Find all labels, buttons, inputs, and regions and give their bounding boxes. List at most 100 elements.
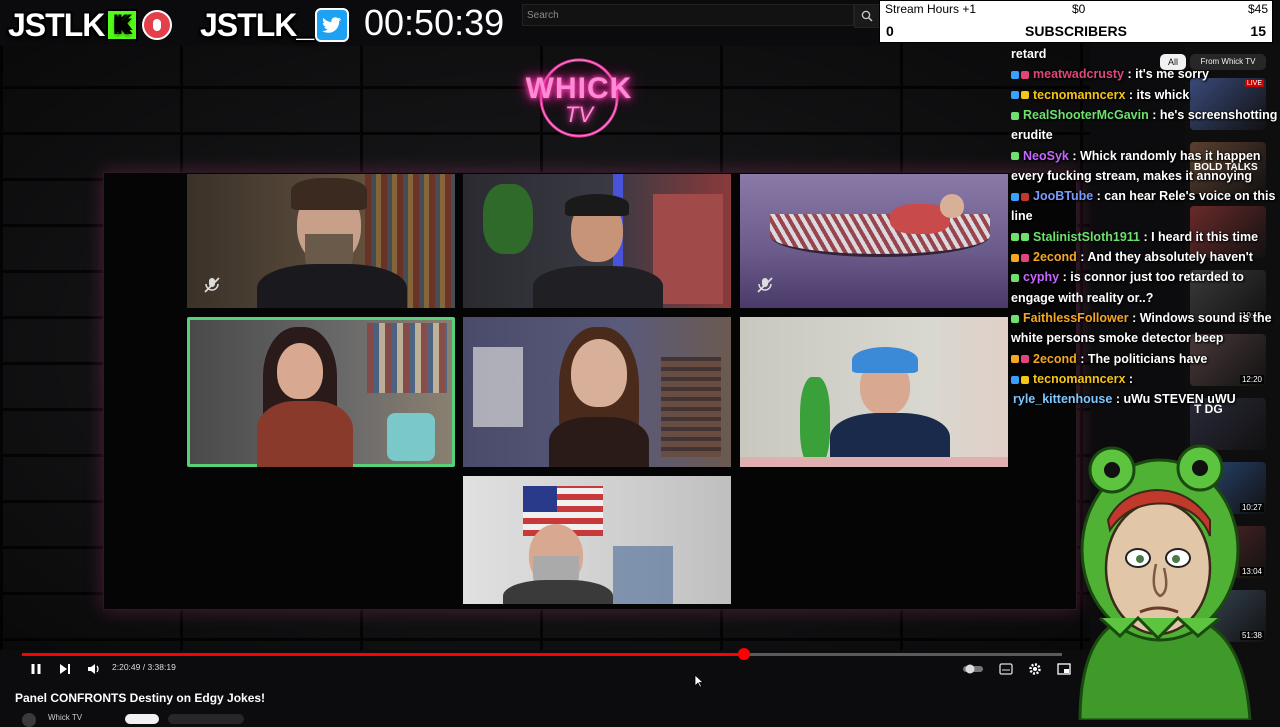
chat-username[interactable]: RealShooterMcGavin — [1023, 108, 1149, 122]
chat-text: : And they absolutely haven't — [1076, 250, 1253, 264]
chat-message: erudite — [1011, 125, 1280, 145]
autoplay-toggle[interactable] — [962, 660, 984, 678]
chat-badge-icon — [1021, 375, 1029, 384]
stream-timer: 00:50:39 — [364, 2, 505, 43]
channel-name[interactable]: Whick TV — [48, 713, 82, 722]
chat-text: : is connor just too retarded to — [1059, 270, 1244, 285]
chat-overlay: retard meatwadcrusty : it's me sorry tecno… — [1008, 44, 1280, 444]
record-icon — [142, 10, 173, 40]
subscriber-goal: Stream Hours +1 $0 $45 0 SUBSCRIBERS 15 — [879, 0, 1273, 43]
muted-mic-icon — [757, 277, 773, 293]
chat-text: : it's me sorry — [1124, 67, 1209, 82]
kermit-mascot-character — [1078, 444, 1252, 720]
chat-message: every fucking stream, makes it annoying — [1011, 166, 1280, 186]
miniplayer-button[interactable] — [1055, 660, 1073, 678]
pause-button[interactable] — [28, 660, 44, 678]
chat-badge-icon — [1011, 314, 1019, 323]
search-button[interactable] — [854, 4, 880, 28]
chat-username[interactable]: JooBTube — [1033, 189, 1093, 203]
twitter-bird-icon — [315, 8, 350, 42]
chat-badge-icon — [1021, 233, 1029, 242]
chat-message: RealShooterMcGavin : he's screenshotting — [1011, 105, 1280, 125]
chat-text: line — [1011, 209, 1033, 224]
pause-icon — [31, 664, 41, 674]
chat-username[interactable]: tecnomanncerx — [1033, 372, 1125, 386]
chat-username[interactable]: tecnomanncerx — [1033, 88, 1125, 102]
goal-max: $45 — [1247, 2, 1268, 16]
chat-badge-icon — [1011, 355, 1019, 364]
chat-badge-icon — [1021, 71, 1029, 79]
chat-text: : can hear Rele's voice on this — [1093, 189, 1276, 204]
participant-tile-5 — [463, 317, 731, 467]
kick-logo-icon: K — [106, 9, 139, 41]
search-icon — [861, 10, 873, 22]
next-icon — [60, 664, 70, 674]
chat-message: line — [1011, 206, 1280, 226]
goal-min: $0 — [1072, 2, 1086, 16]
goal-title: SUBSCRIBERS — [1025, 23, 1127, 39]
next-button[interactable] — [57, 660, 73, 678]
chat-text: retard — [1011, 47, 1047, 61]
chat-badge-icon — [1011, 192, 1019, 201]
progress-scrubber-handle[interactable] — [738, 648, 750, 660]
chat-message: white persons smoke detector beep — [1011, 328, 1280, 348]
participant-tile-7 — [463, 476, 731, 604]
chat-username[interactable]: ryle_kittenhouse — [1013, 392, 1112, 406]
chat-username[interactable]: StalinistSloth1911 — [1033, 230, 1140, 244]
search-input[interactable]: Search — [522, 4, 854, 26]
video-title[interactable]: Panel CONFRONTS Destiny on Edgy Jokes! — [15, 691, 265, 705]
progress-bar-played — [22, 653, 744, 656]
volume-icon — [88, 664, 99, 674]
chat-text: : its whick — [1125, 87, 1190, 102]
chat-message: NeoSyk : Whick randomly has it happen — [1011, 146, 1280, 166]
miniplayer-icon — [1057, 663, 1071, 675]
participant-tile-1 — [187, 174, 455, 308]
chat-text: every fucking stream, makes it annoying — [1011, 168, 1253, 183]
chat-message: tecnomanncerx : its whick — [1011, 85, 1280, 105]
twitter-brand-text: JSTLK_ — [200, 6, 314, 43]
participant-tile-2 — [463, 174, 731, 308]
chat-message: cyphy : is connor just too retarded to — [1011, 267, 1280, 287]
chat-username[interactable]: FaithlessFollower — [1023, 311, 1129, 325]
goal-label: Stream Hours +1 — [885, 2, 977, 16]
chat-message: StalinistSloth1911 : I heard it this tim… — [1011, 227, 1280, 247]
chat-username[interactable]: cyphy — [1023, 270, 1059, 284]
volume-button[interactable] — [86, 660, 102, 678]
chat-username[interactable]: NeoSyk — [1023, 149, 1069, 163]
chat-badge-icon — [1021, 355, 1029, 364]
chat-text: white persons smoke detector beep — [1011, 331, 1224, 346]
join-button[interactable] — [168, 714, 244, 724]
kick-brand-text: JSTLK — [8, 6, 105, 43]
autoplay-toggle-icon — [963, 664, 983, 674]
chat-text: engage with reality or..? — [1011, 290, 1154, 305]
chat-message: 2econd : And they absolutely haven't — [1011, 247, 1280, 267]
chat-text: : — [1125, 371, 1134, 386]
chat-message: 2econd : The politicians have — [1011, 349, 1280, 369]
subscribe-button[interactable] — [125, 714, 159, 724]
logo-line1: WHICK — [525, 72, 633, 105]
participant-tile-6 — [740, 317, 1008, 467]
chat-username[interactable]: 2econd — [1033, 352, 1077, 366]
chat-text: : Windows sound is the — [1128, 310, 1272, 325]
settings-button[interactable] — [1027, 660, 1043, 678]
time-display: 2:20:49 / 3:38:19 — [112, 662, 176, 672]
logo-line2: TV — [564, 102, 594, 127]
chat-message: ryle_kittenhouse : uWu STEVEN uWU — [1011, 389, 1280, 409]
subtitles-button[interactable] — [998, 660, 1014, 678]
subtitles-icon — [999, 663, 1013, 675]
chat-message: FaithlessFollower : Windows sound is the — [1011, 308, 1280, 328]
chat-username[interactable]: 2econd — [1033, 250, 1077, 264]
chat-username[interactable]: meatwadcrusty — [1033, 67, 1124, 81]
chat-message: meatwadcrusty : it's me sorry — [1011, 64, 1280, 84]
chat-badge-icon — [1011, 274, 1019, 282]
chat-badge-icon — [1021, 192, 1029, 201]
kick-brand: JSTLK K — [8, 6, 173, 44]
chat-message: tecnomanncerx : — [1011, 369, 1280, 389]
chat-text: : he's screenshotting — [1148, 107, 1278, 122]
chat-text: : Whick randomly has it happen — [1068, 148, 1261, 163]
channel-avatar[interactable] — [22, 713, 36, 727]
chat-text: : I heard it this time — [1139, 229, 1259, 244]
chat-badge-icon — [1011, 152, 1019, 161]
chat-badge-icon — [1011, 71, 1019, 79]
chat-badge-icon — [1011, 91, 1019, 100]
